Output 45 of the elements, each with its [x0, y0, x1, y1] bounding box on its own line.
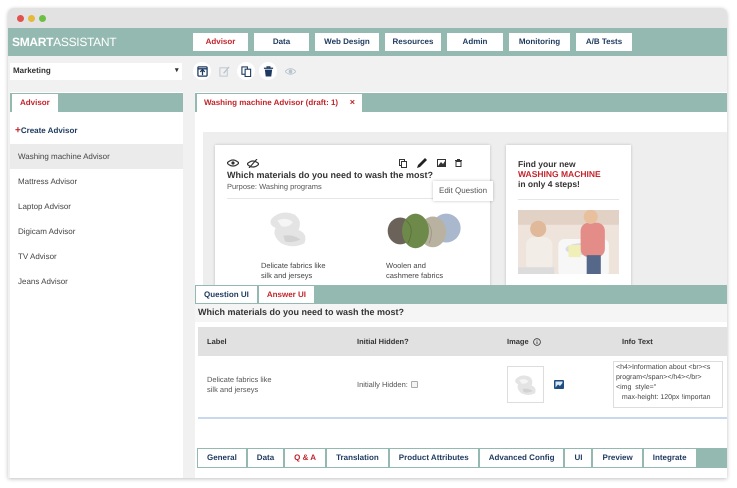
- question-title: Which materials do you need to wash the most?: [227, 169, 434, 181]
- bottom-tab[interactable]: General: [197, 448, 247, 468]
- image-icon[interactable]: [437, 159, 446, 167]
- bottom-tab[interactable]: Integrate: [642, 448, 697, 468]
- trash-icon[interactable]: [455, 159, 462, 167]
- checkbox[interactable]: [410, 381, 418, 388]
- bottom-tab[interactable]: Data: [246, 448, 284, 468]
- sidebar-item[interactable]: TV Advisor: [10, 244, 183, 269]
- copy-icon[interactable]: [399, 158, 407, 168]
- sidebar-item[interactable]: Washing machine Advisor: [10, 144, 183, 169]
- image-upload-icon[interactable]: [554, 380, 564, 389]
- nav-tab[interactable]: A/B Tests: [576, 33, 632, 51]
- nav-tab[interactable]: Web Design: [315, 33, 379, 51]
- eye-icon[interactable]: [227, 158, 239, 166]
- nav-tab[interactable]: Advisor: [193, 33, 248, 51]
- sidebar-item[interactable]: Mattress Advisor: [10, 169, 183, 194]
- editor-tab[interactable]: Washing machine Advisor (draft: 1) ×: [197, 94, 362, 112]
- upload-icon[interactable]: [193, 62, 211, 80]
- bottom-tab[interactable]: Product Attributes: [388, 448, 479, 468]
- sidebar-tab[interactable]: Advisor: [12, 94, 58, 112]
- bottom-tab[interactable]: Q & A: [284, 448, 326, 468]
- close-tab-icon[interactable]: ×: [350, 96, 355, 110]
- sub-tab[interactable]: Answer UI: [258, 285, 316, 304]
- eye-slash-icon[interactable]: [247, 158, 259, 168]
- sidebar-item[interactable]: Laptop Advisor: [10, 194, 183, 219]
- sidebar-item[interactable]: Jeans Advisor: [10, 269, 183, 294]
- nav-tab[interactable]: Resources: [385, 33, 441, 51]
- brand-logo: SMARTASSISTANT: [11, 34, 118, 51]
- bottom-tab[interactable]: Translation: [326, 448, 389, 468]
- tooltip: Edit Question: [433, 181, 494, 201]
- nav-tab[interactable]: Admin: [447, 33, 503, 51]
- copy-icon[interactable]: [237, 62, 255, 80]
- bottom-tab[interactable]: UI: [564, 448, 592, 468]
- promo-heading: Find your new WASHING MACHINE in only 4 steps!: [518, 159, 602, 189]
- sidebar-item[interactable]: Digicam Advisor: [10, 219, 183, 244]
- question-heading: Which materials do you need to wash the most?: [195, 304, 727, 322]
- nav-tab[interactable]: Data: [254, 33, 309, 51]
- bottom-tab[interactable]: Advanced Config: [478, 448, 564, 468]
- info-icon[interactable]: [532, 338, 541, 346]
- pencil-icon[interactable]: [416, 157, 428, 169]
- trash-icon[interactable]: [259, 62, 277, 80]
- create-advisor-link[interactable]: +Create Advisor: [15, 123, 183, 138]
- bottom-tab[interactable]: Preview: [592, 448, 643, 468]
- nav-tab[interactable]: Monitoring: [509, 33, 570, 51]
- sub-tab[interactable]: Question UI: [195, 285, 258, 304]
